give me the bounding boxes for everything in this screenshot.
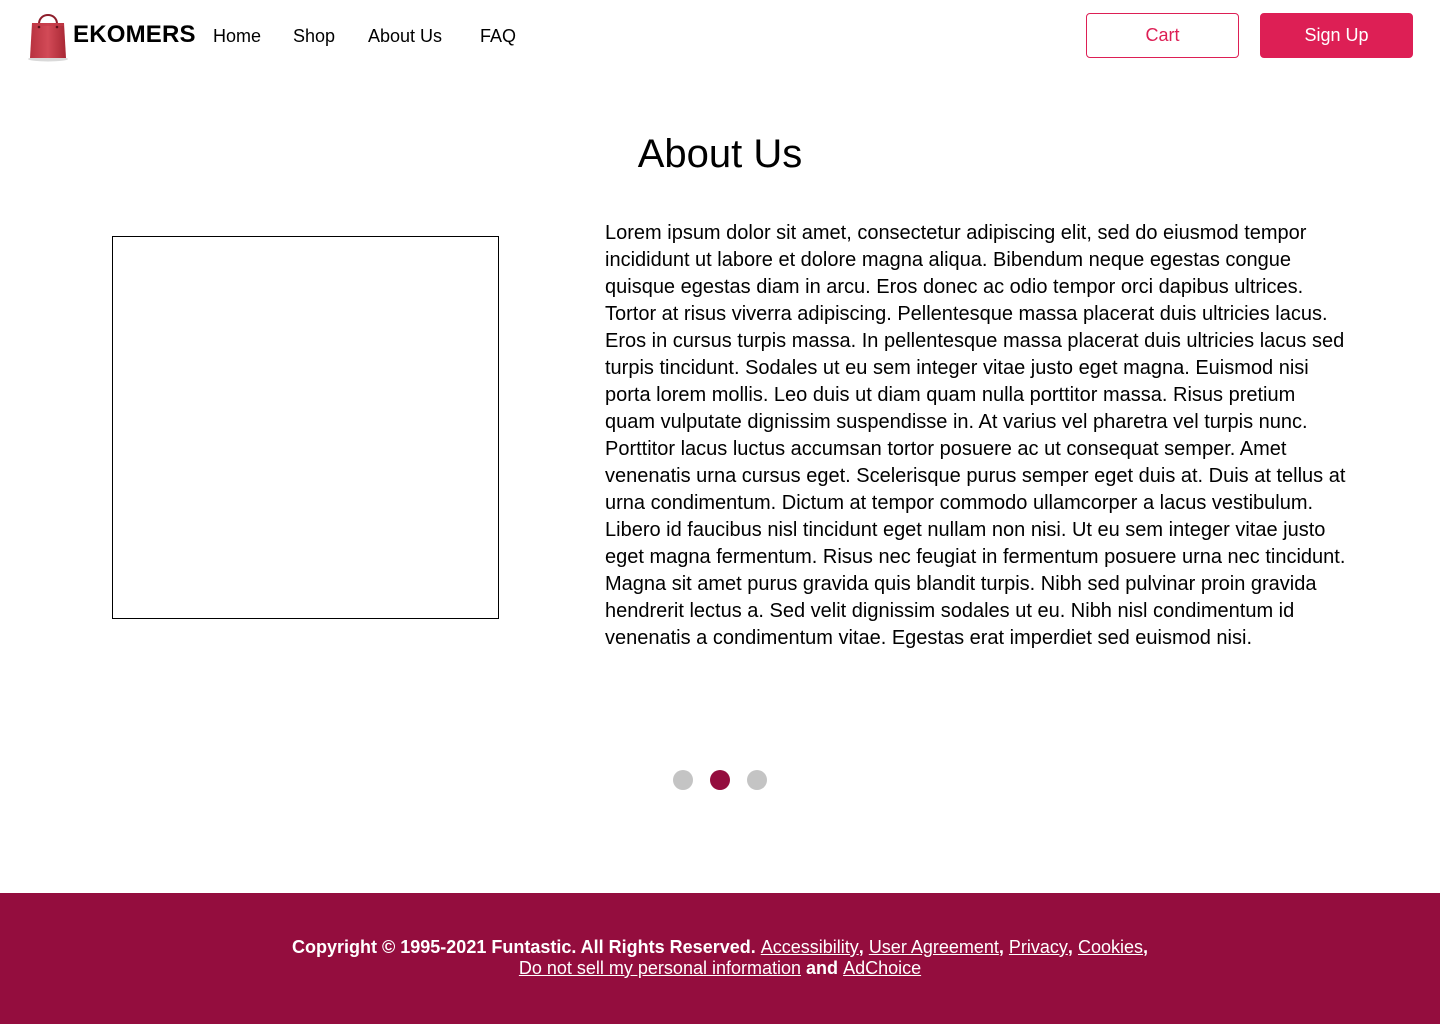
nav-about-us[interactable]: About Us: [368, 25, 442, 47]
footer-legal: Copyright © 1995-2021 Funtastic. All Rig…: [0, 937, 1440, 979]
about-body-text: Lorem ipsum dolor sit amet, consectetur …: [605, 222, 1346, 649]
and-text: and: [806, 958, 839, 978]
adchoice-link[interactable]: AdChoice: [843, 958, 921, 978]
user-agreement-link[interactable]: User Agreement: [869, 937, 999, 957]
nav-home[interactable]: Home: [213, 25, 261, 47]
copyright-text: Copyright © 1995-2021 Funtastic. All Rig…: [292, 937, 756, 957]
about-image-placeholder: [112, 236, 499, 619]
footer-line-2: Do not sell my personal information and …: [0, 958, 1440, 979]
cookies-link[interactable]: Cookies: [1078, 937, 1143, 957]
nav-faq[interactable]: FAQ: [480, 25, 516, 47]
carousel-dot-1[interactable]: [673, 770, 693, 790]
carousel-pagination: [673, 770, 769, 790]
shopping-bag-icon[interactable]: [24, 6, 72, 62]
do-not-sell-link[interactable]: Do not sell my personal information: [519, 958, 801, 978]
sign-up-button[interactable]: Sign Up: [1260, 13, 1413, 58]
carousel-dot-3[interactable]: [747, 770, 767, 790]
nav-shop[interactable]: Shop: [293, 25, 335, 47]
cart-button[interactable]: Cart: [1086, 13, 1239, 58]
privacy-link[interactable]: Privacy: [1009, 937, 1068, 957]
site-footer: Copyright © 1995-2021 Funtastic. All Rig…: [0, 893, 1440, 1024]
site-header: EKOMERS Home Shop About Us FAQ Cart Sign…: [0, 0, 1440, 72]
carousel-dot-2-active[interactable]: [710, 770, 730, 790]
accessibility-link[interactable]: Accessibility: [761, 937, 859, 957]
page-title: About Us: [637, 132, 803, 176]
brand-name[interactable]: EKOMERS: [73, 21, 196, 49]
